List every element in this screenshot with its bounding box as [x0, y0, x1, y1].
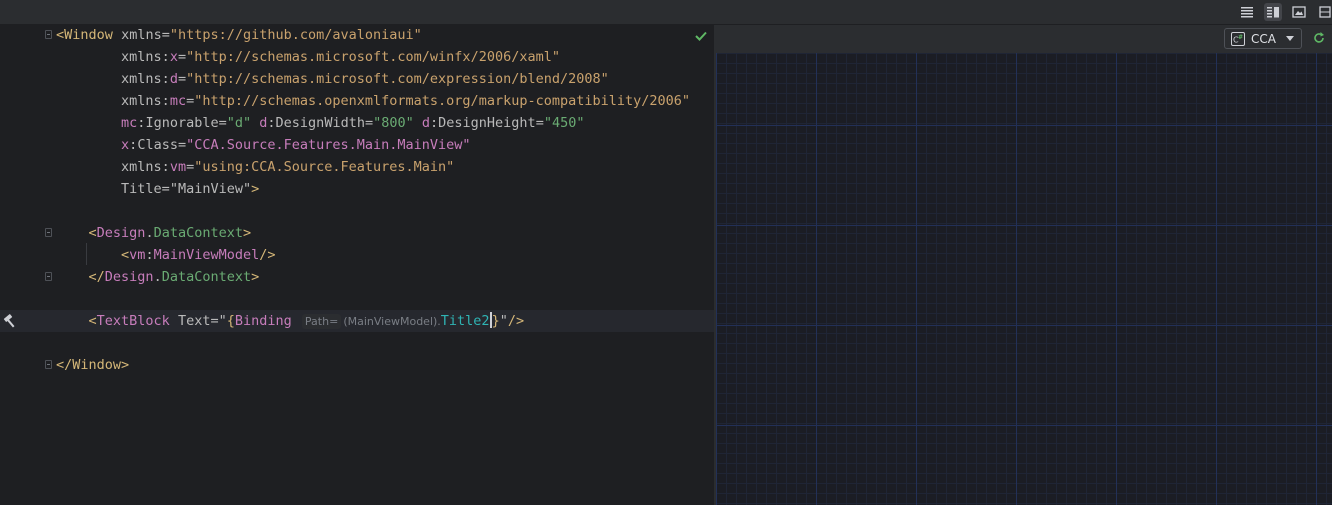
text-only-icon: [1241, 7, 1253, 18]
code-line-8: Title="MainView">: [121, 181, 260, 197]
fold-marker[interactable]: [45, 360, 52, 369]
split-view-icon: [1267, 7, 1279, 18]
code-line-6: x:Class="CCA.Source.Features.Main.MainVi…: [121, 137, 471, 153]
code-line-1: <Window xmlns="https://github.com/avalon…: [0, 24, 714, 46]
code-line-3: xmlns:d="http://schemas.microsoft.com/ex…: [121, 71, 609, 87]
hammer-icon[interactable]: [2, 313, 18, 329]
refresh-icon[interactable]: [1312, 31, 1326, 45]
code-line-5: mc:Ignorable="d" d:DesignWidth="800" d:D…: [121, 115, 585, 131]
preview-toolbar: C # CCA: [716, 25, 1332, 53]
text-only-view-button[interactable]: [1238, 3, 1256, 21]
chevron-down-icon: [1285, 36, 1294, 41]
code-line-2: xmlns:x="http://schemas.microsoft.com/wi…: [121, 49, 560, 65]
project-context-select[interactable]: C # CCA: [1224, 28, 1302, 49]
preview-only-icon: [1292, 6, 1306, 18]
code-line-14-current: <TextBlock Text="{Binding Path= (MainView…: [0, 310, 714, 332]
parameter-hint: Path=: [301, 314, 342, 329]
code-line-10: <Design.DataContext>: [0, 222, 714, 244]
code-line-16: </Window>: [0, 354, 714, 376]
csharp-project-icon: C #: [1231, 31, 1245, 46]
context-hint: (MainViewModel).: [343, 315, 441, 328]
project-context-label: CCA: [1251, 31, 1276, 46]
fold-marker[interactable]: [45, 272, 52, 281]
layout-view-button[interactable]: [1316, 3, 1332, 21]
xaml-preview-pane: C # CCA: [716, 25, 1332, 505]
window-tag: Window: [64, 27, 113, 43]
code-line-11: <vm:MainViewModel/>: [121, 247, 276, 263]
design-canvas-grid[interactable]: [716, 53, 1332, 505]
code-line-7: xmlns:vm="using:CCA.Source.Features.Main…: [121, 159, 455, 175]
code-line-4: xmlns:mc="http://schemas.openxmlformats.…: [121, 93, 691, 109]
preview-only-view-button[interactable]: [1290, 3, 1308, 21]
code-line-12: </Design.DataContext>: [0, 266, 714, 288]
xaml-code-editor[interactable]: <Window xmlns="https://github.com/avalon…: [0, 25, 714, 505]
layout-icon: [1319, 6, 1331, 18]
fold-marker[interactable]: [45, 30, 52, 39]
editor-top-toolbar: [0, 0, 1332, 25]
fold-marker[interactable]: [45, 228, 52, 237]
split-view-button[interactable]: [1264, 3, 1282, 21]
svg-text:#: #: [1238, 34, 1243, 41]
